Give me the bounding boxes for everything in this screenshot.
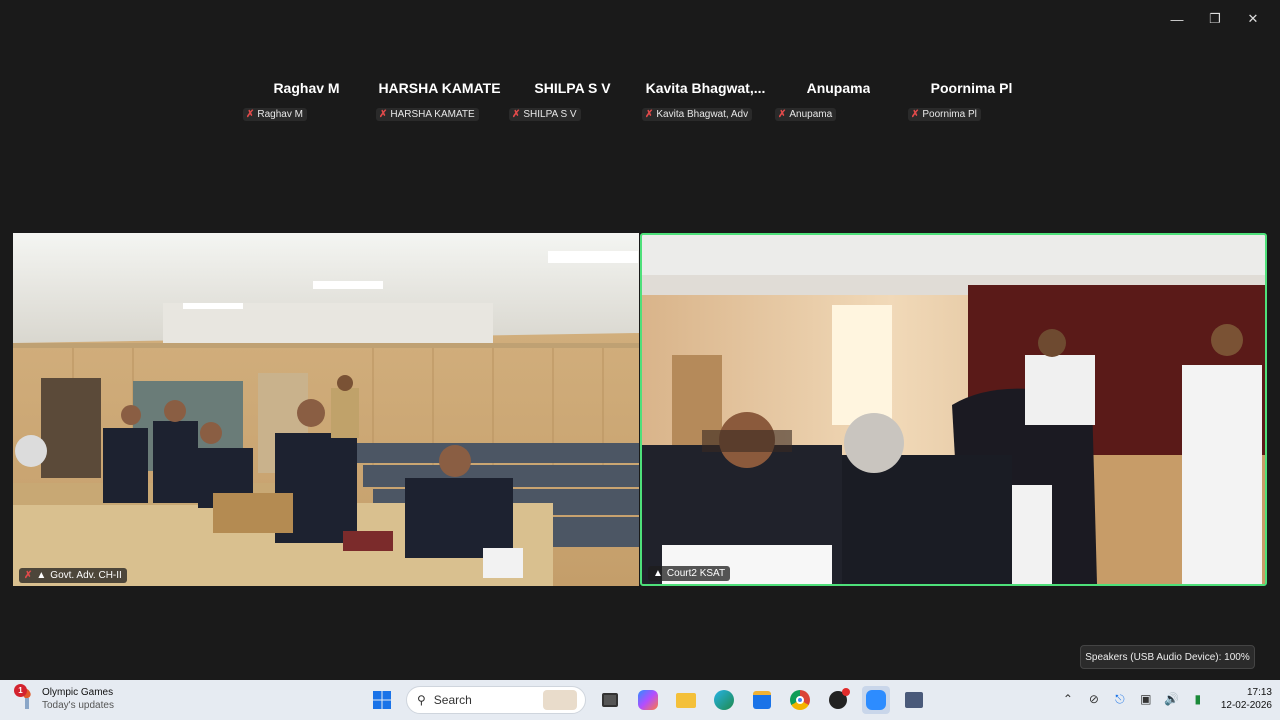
- edge-icon[interactable]: [710, 686, 738, 714]
- search-placeholder: Search: [433, 693, 472, 707]
- file-explorer-icon[interactable]: [672, 686, 700, 714]
- microphone-icon[interactable]: ⎋: [1111, 690, 1129, 708]
- mic-muted-icon: ✗: [911, 109, 920, 120]
- courtroom-video-frame: [13, 233, 639, 586]
- participant-tag: ✗ Poornima Pl: [908, 108, 981, 121]
- minimize-icon[interactable]: —: [1158, 8, 1196, 30]
- participant-name: Anupama: [806, 80, 871, 96]
- participant-tile[interactable]: SHILPA S V ✗ SHILPA S V: [506, 72, 639, 128]
- clock-date: 12-02-2026: [1220, 700, 1272, 711]
- participant-name: Kavita Bhagwat,...: [645, 80, 766, 96]
- close-icon[interactable]: ✕: [1234, 8, 1272, 30]
- olympic-torch-icon: 1: [14, 684, 36, 710]
- restore-icon[interactable]: ❐: [1196, 8, 1234, 30]
- network-tool-icon[interactable]: [900, 686, 928, 714]
- network-off-icon[interactable]: ⊘: [1085, 690, 1103, 708]
- video-label-text: Govt. Adv. CH-II: [50, 570, 122, 581]
- widget-title: Olympic Games: [42, 687, 114, 698]
- pin-icon: ▲: [36, 570, 47, 581]
- participant-name: Poornima Pl: [930, 80, 1013, 96]
- start-icon[interactable]: [368, 686, 396, 714]
- zoom-icon[interactable]: [862, 686, 890, 714]
- participant-tag-label: SHILPA S V: [523, 109, 577, 120]
- clock-time: 17:13: [1246, 687, 1272, 698]
- participant-tile[interactable]: Anupama ✗ Anupama: [772, 72, 905, 128]
- participant-tag: ✗ SHILPA S V: [509, 108, 581, 121]
- participant-name: Raghav M: [273, 80, 340, 96]
- chevron-up-icon[interactable]: ⌃: [1059, 690, 1077, 708]
- widgets-button[interactable]: 1 Olympic Games Today's updates: [14, 684, 114, 712]
- video-label: ▲ Court2 KSAT: [648, 566, 731, 581]
- taskbar: 1 Olympic Games Today's updates ⚲ Search…: [0, 680, 1280, 720]
- participant-tile[interactable]: HARSHA KAMATE ✗ HARSHA KAMATE: [373, 72, 506, 128]
- chrome-icon[interactable]: [786, 686, 814, 714]
- participant-tag: ✗ Raghav M: [243, 108, 307, 121]
- clock[interactable]: 17:13 12-02-2026: [1221, 686, 1272, 712]
- mic-muted-icon: ✗: [24, 570, 33, 581]
- speaker-volume-tooltip: Speakers (USB Audio Device): 100%: [1080, 645, 1255, 669]
- notification-badge: 1: [14, 684, 27, 697]
- mic-muted-icon: ✗: [512, 109, 521, 120]
- taskbar-apps: ⚲ Search: [368, 686, 928, 714]
- pin-icon: ▲: [653, 568, 663, 579]
- participant-tag: ✗ HARSHA KAMATE: [376, 108, 479, 121]
- participant-tag-label: HARSHA KAMATE: [390, 109, 475, 120]
- volume-icon[interactable]: 🔊: [1163, 690, 1181, 708]
- media-icon[interactable]: [824, 686, 852, 714]
- system-tray: ⌃ ⊘ ⎋ ▣ 🔊 ▮ 17:13 12-02-2026: [1059, 686, 1272, 712]
- video-tile-left[interactable]: ✗ ▲ Govt. Adv. CH-II: [13, 233, 639, 586]
- task-view-icon[interactable]: [596, 686, 624, 714]
- mic-muted-icon: ✗: [379, 109, 388, 120]
- participant-tag-label: Kavita Bhagwat, Adv: [656, 109, 749, 120]
- participant-tag-label: Raghav M: [257, 109, 303, 120]
- participant-name: HARSHA KAMATE: [378, 80, 501, 96]
- video-label-text: Court2 KSAT: [666, 568, 726, 579]
- participant-strip: Raghav M ✗ Raghav M HARSHA KAMATE ✗ HARSHA…: [240, 72, 1038, 128]
- participant-tile[interactable]: Kavita Bhagwat,... ✗ Kavita Bhagwat, Adv: [639, 72, 772, 128]
- video-label: ✗ ▲ Govt. Adv. CH-II: [19, 568, 127, 583]
- mic-muted-icon: ✗: [645, 109, 654, 120]
- participant-tag: ✗ Anupama: [775, 108, 837, 121]
- battery-icon[interactable]: ▮: [1189, 690, 1207, 708]
- copilot-icon[interactable]: [634, 686, 662, 714]
- participant-tile[interactable]: Raghav M ✗ Raghav M: [240, 72, 373, 128]
- mic-muted-icon: ✗: [778, 109, 787, 120]
- taskbar-search[interactable]: ⚲ Search: [406, 686, 586, 714]
- participant-tag-label: Poornima Pl: [922, 109, 977, 120]
- video-tile-right[interactable]: ▲ Court2 KSAT: [640, 233, 1267, 586]
- participant-tile[interactable]: Poornima Pl ✗ Poornima Pl: [905, 72, 1038, 128]
- store-icon[interactable]: [748, 686, 776, 714]
- widget-subtitle: Today's updates: [42, 700, 114, 711]
- bench-video-frame: [642, 235, 1265, 584]
- display-icon[interactable]: ▣: [1137, 690, 1155, 708]
- search-icon: ⚲: [417, 693, 426, 707]
- participant-name: SHILPA S V: [534, 80, 611, 96]
- window-controls: — ❐ ✕: [1158, 8, 1272, 30]
- participant-tag: ✗ Kavita Bhagwat, Adv: [642, 108, 753, 121]
- search-highlight-image: [543, 690, 577, 710]
- participant-tag-label: Anupama: [789, 109, 833, 120]
- mic-muted-icon: ✗: [246, 109, 255, 120]
